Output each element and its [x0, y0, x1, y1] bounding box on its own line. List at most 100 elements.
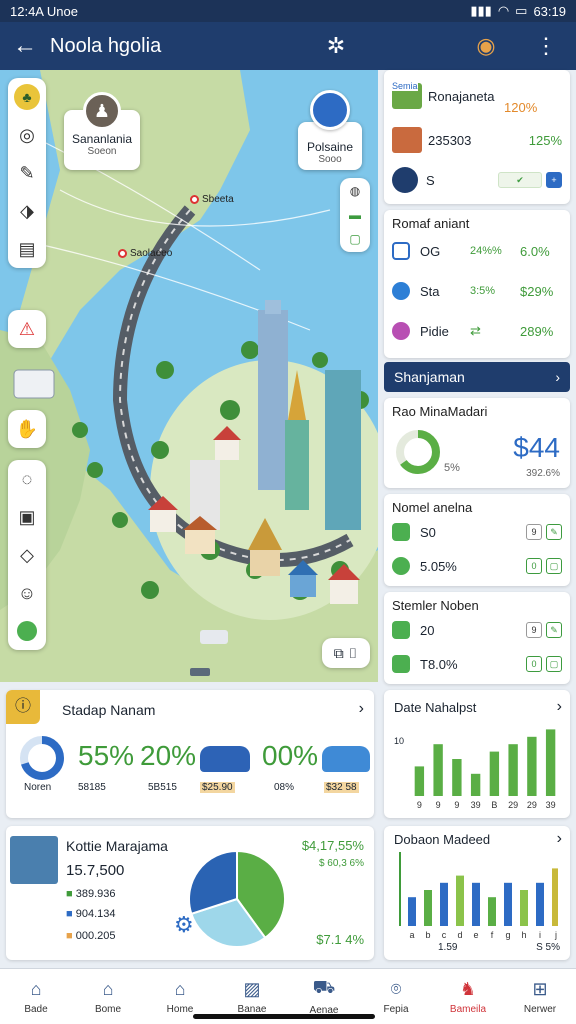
battery-level: 63:19	[533, 3, 566, 19]
settings-gear-icon[interactable]: ✲	[306, 33, 366, 59]
summary-card: Kottie Marajama 15.7,500 ■ 389.936 ■ 904…	[6, 826, 374, 960]
nav-tab-home[interactable]: ⌂ Bade	[0, 969, 72, 1024]
pin-marker-icon	[190, 195, 199, 204]
summary-value: 15.7,500	[66, 862, 125, 879]
back-arrow-icon[interactable]: ←	[0, 32, 50, 60]
chevron-right-icon[interactable]: ›	[557, 830, 562, 848]
pen-icon[interactable]: ✎	[8, 154, 46, 192]
city-thumbnail	[10, 836, 58, 884]
list-card-2-title: Stemler Noben	[392, 598, 479, 613]
bar-3	[456, 875, 464, 926]
edit-icon[interactable]: ✎	[546, 622, 562, 638]
ranking-row-2[interactable]: 235303 125%	[392, 120, 562, 160]
list-card-2: Stemler Noben 20 9 ✎ T8.0% 0 ▢	[384, 592, 570, 684]
nav-tab-active[interactable]: ♞ Bameila	[432, 969, 504, 1024]
bar-label-0: a	[409, 930, 414, 940]
square-outline-icon[interactable]: ▢	[546, 656, 562, 672]
list-card-2-row-2[interactable]: T8.0% 0 ▢	[392, 647, 562, 681]
map-toolbar-bottom: ◌ ▣ ◇ ☺	[8, 460, 46, 650]
bar-6	[527, 736, 537, 796]
bar-chart-2: a b cd e f g h i j	[399, 852, 558, 940]
eco-icon[interactable]	[8, 612, 46, 650]
list-card-1-row-1[interactable]: S0 9 ✎	[392, 515, 562, 549]
map-pin-2[interactable]: Saolaeeo	[118, 248, 172, 259]
signal-icon: ▮▮▮	[470, 3, 492, 18]
metric-row-1[interactable]: OG 24%% 6.0%	[392, 231, 562, 271]
layer-a-icon[interactable]: ◍	[340, 178, 370, 204]
thumb-image: Semia	[392, 81, 422, 109]
layer-badge-icon[interactable]: ♣	[8, 78, 46, 116]
chart-icon	[392, 523, 410, 541]
alert-button[interactable]: ⚠	[8, 310, 46, 348]
home-indicator	[193, 1014, 375, 1019]
bar-label-0: 9	[417, 800, 422, 810]
bar-label-1: 9	[436, 800, 441, 810]
map-pin-1[interactable]: Sbeeta	[190, 194, 234, 205]
chevron-right-icon[interactable]: ›	[557, 698, 562, 716]
bar-label-2: 9	[454, 800, 459, 810]
metric-row-3[interactable]: Pidie ⇄ 289%	[392, 311, 562, 351]
list-card-2-row-1[interactable]: 20 9 ✎	[392, 613, 562, 647]
ranking-card: Semia Ronajaneta 120% 235303 125% S ✔ +	[384, 70, 570, 204]
square-outline-icon[interactable]: ▢	[546, 558, 562, 574]
notes-icon[interactable]: ▤	[8, 230, 46, 268]
stats-badge-icon: ⓘ	[6, 690, 40, 724]
chat-icon[interactable]: ◌	[8, 460, 46, 498]
section-band[interactable]: Shanjaman ›	[384, 362, 570, 392]
metric-row-2[interactable]: Sta 3:5% $29%	[392, 271, 562, 311]
bar-label-4: B	[491, 800, 497, 810]
car-icon	[322, 746, 370, 772]
bar-1	[433, 744, 443, 796]
list-card-1-row-2[interactable]: 5.05% 0 ▢	[392, 549, 562, 583]
bar-0	[414, 766, 425, 796]
bar-label-9: j	[554, 930, 557, 940]
edit-icon[interactable]: ✎	[546, 524, 562, 540]
ranking-row-3[interactable]: S ✔ +	[392, 160, 562, 200]
layer-b-icon[interactable]: ▬	[340, 204, 370, 226]
battery-icon: ▭	[515, 3, 528, 18]
bar-6	[504, 882, 512, 926]
bar-2	[440, 882, 448, 926]
tag-icon[interactable]: ⬗	[8, 192, 46, 230]
nav-tab-more[interactable]: ⊞ Nerwer	[504, 969, 576, 1024]
target-icon[interactable]: ◎	[8, 116, 46, 154]
swap-icon: ⇄	[470, 323, 481, 338]
warning-icon[interactable]: ⚠	[8, 310, 46, 348]
bar-2	[452, 759, 462, 796]
bar-chart-1-title: Date Nahalpst	[394, 700, 477, 715]
add-icon[interactable]: +	[546, 172, 562, 188]
map-callout-left[interactable]: ♟ Sananlania Soeon	[64, 92, 140, 170]
chevron-right-icon[interactable]: ›	[359, 700, 364, 718]
wifi-icon: ◠	[497, 3, 510, 18]
smile-icon[interactable]: ☺	[8, 574, 46, 612]
car-icon	[200, 746, 250, 772]
layer-c-icon[interactable]: ▢	[340, 226, 370, 252]
stats-card: ⓘ Stadap Nanam › Noren 55% 58185 20% 5B5…	[6, 690, 374, 818]
bar-7	[520, 890, 528, 926]
donut-chart	[396, 430, 440, 474]
stat-value-2: 20%	[140, 740, 197, 771]
nav-tab-house[interactable]: ⌂ Bome	[72, 969, 144, 1024]
status-bar: 12:4A Unoe ▮▮▮ ◠ ▭ 63:19	[0, 0, 576, 22]
callout-left-title: Sananlania	[71, 132, 133, 146]
big-value: $44	[513, 432, 560, 463]
menu-icon[interactable]: ⋮	[516, 33, 576, 59]
callout-right-sub: Sooo	[318, 154, 342, 165]
ring-chart	[20, 736, 64, 780]
hand-icon[interactable]: ✋	[8, 410, 46, 448]
ticket-icon[interactable]: ◇	[8, 536, 46, 574]
landmark-icon: ♟	[83, 92, 121, 130]
bar-label-6: 29	[527, 800, 537, 810]
camera-location-button[interactable]	[310, 90, 350, 130]
frame-icon[interactable]: ▣	[8, 498, 46, 536]
stats-card-title: Stadap Nanam	[62, 702, 156, 718]
donut-card: Rao MinaMadari 5% $44 392.6%	[384, 398, 570, 488]
map-view-toggle[interactable]: ⧉ ▯	[322, 638, 370, 668]
bar-label-6: g	[505, 930, 510, 940]
callout-right-title: Polsaine	[306, 140, 354, 154]
bar-0	[408, 897, 416, 926]
map-view[interactable]: ♣ ◎ ✎ ⬗ ▤ ⚠ ✋ ◌ ▣ ◇ ☺ ♟ Sananlania Soeon…	[0, 70, 378, 682]
check-icon[interactable]: ✔	[498, 172, 542, 188]
bar-label-3: 39	[471, 800, 481, 810]
eye-icon[interactable]: ◉	[456, 33, 516, 59]
